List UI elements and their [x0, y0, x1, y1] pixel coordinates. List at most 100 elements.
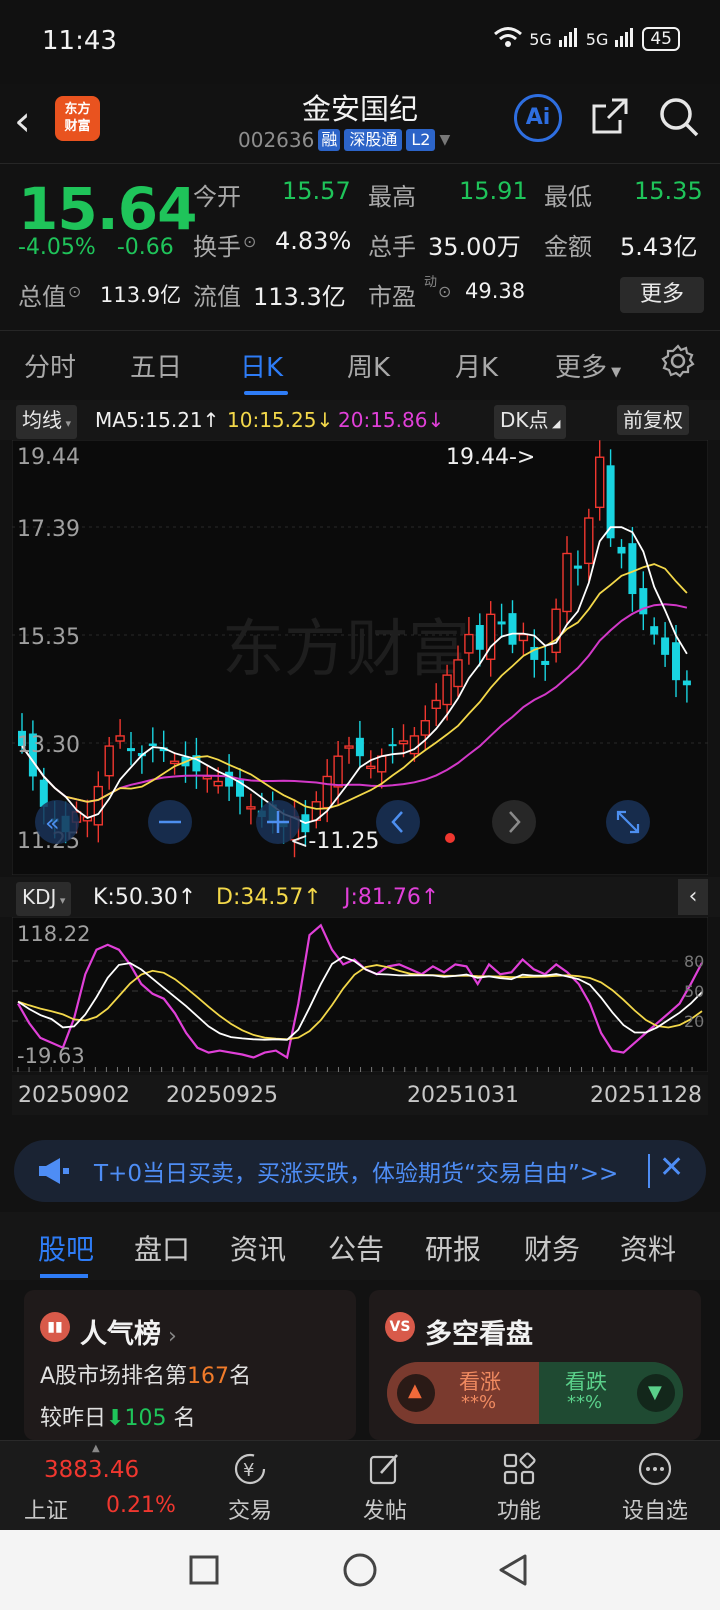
candle-body [497, 621, 506, 625]
collapse-chevron-icon[interactable]: ‹ [678, 879, 708, 915]
stock-header: ‹ 东方 财富 金安国纪 002636 融 深股通 L2 ▼ Ai [0, 84, 720, 164]
signal-bars-icon [558, 26, 580, 52]
tab-daily-k[interactable]: 日K [240, 347, 283, 384]
high-label: 最高 [368, 183, 416, 211]
adjust-button[interactable]: 前复权 [617, 405, 689, 435]
change-line: -4.05% -0.66 [18, 235, 174, 260]
banner-text: T+0当日买卖，买涨买跌，体验期货“交易自由”>> [94, 1161, 619, 1187]
index-ticker[interactable]: ▲ 3883.46 上证 0.21% [0, 1441, 190, 1531]
ma-chip-label: 均线 [22, 408, 62, 432]
close-icon[interactable]: ✕ [659, 1150, 684, 1185]
tab-five-day[interactable]: 五日 [130, 347, 182, 384]
active-info-tab-indicator [40, 1274, 88, 1278]
search-icon[interactable] [658, 96, 700, 138]
caret-up-icon: ▲ [92, 1443, 100, 1454]
info-dots-icon[interactable]: ⊙ [438, 282, 451, 301]
bear-side[interactable]: 看跌 **% ▼ [539, 1362, 683, 1424]
candle-body [115, 735, 125, 742]
margin-tag: 融 [318, 129, 341, 151]
kline-chart[interactable]: 东方财富 19.44 17.39 15.35 13.30 11.25 19.44… [12, 440, 708, 875]
scroll-left-fast-button[interactable]: « [35, 800, 79, 844]
signal-bars-icon [614, 26, 636, 52]
corner-triangle-icon: ◢ [548, 417, 561, 430]
wifi-icon [493, 26, 523, 52]
recents-square-icon[interactable] [188, 1554, 220, 1586]
candle-body [246, 806, 256, 810]
date-label-2: 20250925 [166, 1083, 278, 1108]
index-value: 3883.46 [44, 1457, 140, 1483]
down-arrow-button[interactable]: ▼ [637, 1374, 675, 1412]
date-label-3: 20251031 [407, 1083, 519, 1108]
kdj-j-value: J:81.76↑ [344, 885, 440, 910]
dropdown-triangle-icon: ▾ [62, 417, 72, 430]
tab-finance[interactable]: 财务 [524, 1228, 580, 1268]
price-label-2: 17.39 [17, 517, 80, 542]
change-amount: -0.66 [116, 235, 174, 260]
bull-bear-card[interactable]: VS 多空看盘 ▲ 看涨 **% 看跌 **% ▼ [369, 1290, 701, 1440]
triangle-down-icon: ▼ [648, 1382, 662, 1403]
tab-intraday[interactable]: 分时 [24, 347, 76, 384]
active-tab-indicator [244, 391, 288, 395]
share-icon[interactable] [590, 96, 630, 136]
tab-research[interactable]: 研报 [425, 1228, 481, 1268]
tab-guba[interactable]: 股吧 [38, 1228, 94, 1268]
scroll-left-button[interactable] [376, 800, 420, 844]
bull-side[interactable]: ▲ 看涨 **% [387, 1362, 539, 1424]
popularity-card[interactable]: ▮▮ 人气榜 › A股市场排名第167名 较昨日⬇105 名 [24, 1290, 356, 1440]
down-arrow-icon: ⬇ [106, 1406, 125, 1431]
nav-watchlist-label: 设自选 [621, 1499, 688, 1524]
candle-body [595, 456, 605, 509]
tab-profile[interactable]: 资料 [620, 1228, 676, 1268]
kdj-legend-row: KDJ ▾ K:50.30↑ D:34.57↑ J:81.76↑ ‹ [0, 877, 720, 917]
pe-value: 49.38 [465, 279, 526, 303]
edit-pencil-icon [369, 1454, 398, 1485]
banner-divider [648, 1154, 650, 1188]
nav-trade-label: 交易 [227, 1499, 272, 1524]
stock-code: 002636 [238, 128, 315, 152]
settings-gear-icon[interactable] [660, 343, 696, 379]
nav-post-label: 发帖 [362, 1499, 407, 1524]
zoom-out-button[interactable] [148, 800, 192, 844]
info-dots-icon[interactable]: ⊙ [68, 282, 81, 301]
candle-body [366, 765, 376, 770]
indicator-chip-ma[interactable]: 均线 ▾ [16, 405, 78, 439]
tab-news[interactable]: 资讯 [230, 1228, 286, 1268]
stock-subtitle[interactable]: 002636 融 深股通 L2 ▼ [238, 128, 450, 152]
tab-weekly-k[interactable]: 周K [347, 347, 390, 384]
tab-monthly-k[interactable]: 月K [455, 347, 498, 384]
tab-announcements[interactable]: 公告 [328, 1228, 384, 1268]
signal-label-1: 5G [529, 29, 552, 49]
tab-pankou[interactable]: 盘口 [134, 1228, 190, 1268]
trade-yen-icon: ¥ [234, 1453, 266, 1485]
candle-body [104, 745, 114, 777]
candle-body [475, 625, 484, 650]
candle-body [650, 626, 659, 635]
info-dots-icon[interactable]: ⊙ [243, 232, 256, 251]
nav-post[interactable]: 发帖 [340, 1451, 430, 1525]
tab-more[interactable]: 更多 ▼ [555, 347, 621, 384]
zoom-in-button[interactable] [256, 800, 300, 844]
rank-suffix: 名 [229, 1364, 252, 1389]
back-triangle-icon[interactable] [496, 1552, 530, 1588]
more-dots-icon [638, 1452, 672, 1486]
fullscreen-button[interactable] [606, 800, 650, 844]
nav-trade[interactable]: ¥ 交易 [205, 1451, 295, 1525]
candle-body [333, 755, 343, 788]
indicator-chip-kdj[interactable]: KDJ ▾ [16, 882, 72, 916]
scroll-right-button[interactable] [492, 800, 536, 844]
more-quote-button[interactable]: 更多 [620, 277, 704, 313]
dropdown-triangle-icon: ▼ [607, 365, 622, 380]
ad-banner[interactable]: T+0当日买卖，买涨买跌，体验期货“交易自由”>> ✕ [14, 1140, 706, 1202]
candle-body [388, 744, 397, 747]
candle-body [464, 633, 474, 654]
grid-apps-icon [503, 1452, 536, 1485]
dk-label: DK点 [500, 408, 549, 432]
home-circle-icon[interactable] [342, 1552, 378, 1588]
nav-watchlist[interactable]: 设自选 [605, 1451, 705, 1525]
nav-functions[interactable]: 功能 [474, 1451, 564, 1525]
dk-point-button[interactable]: DK点 ◢ [494, 405, 567, 439]
up-arrow-button[interactable]: ▲ [397, 1374, 435, 1412]
low-value: 15.35 [634, 177, 703, 205]
ai-assistant-button[interactable]: Ai [514, 94, 562, 142]
kdj-chart[interactable]: 118.22 -19.63 80 50 20 [12, 917, 708, 1072]
